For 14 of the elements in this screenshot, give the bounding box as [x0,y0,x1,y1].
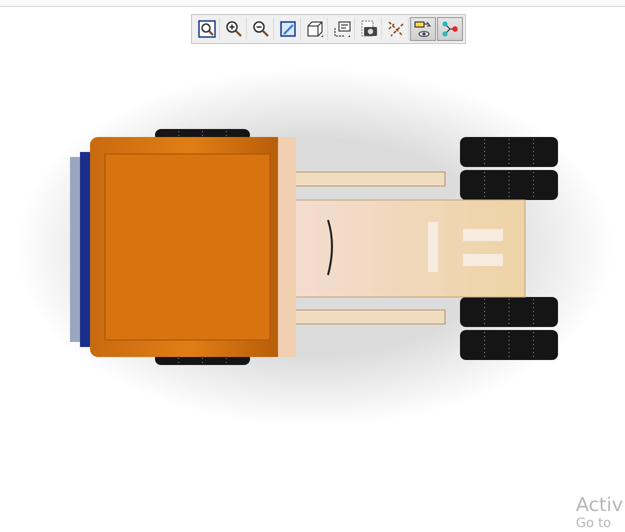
activation-notice: Activ [576,494,623,516]
zoom-fit-icon [198,20,216,38]
crossed-lines-icon [387,20,405,38]
shaded-square-icon [279,20,297,38]
zoom-out-icon [252,20,270,38]
activation-hint: Go to [576,516,612,532]
sign-button[interactable] [410,17,436,41]
zoom-in-icon [225,20,243,38]
sign-eye-icon [414,20,432,38]
cube-icon [306,20,324,38]
nodes-button[interactable] [437,17,463,41]
camera-icon [360,20,378,38]
tag-icon [333,20,351,38]
node-graph-icon [441,20,459,38]
